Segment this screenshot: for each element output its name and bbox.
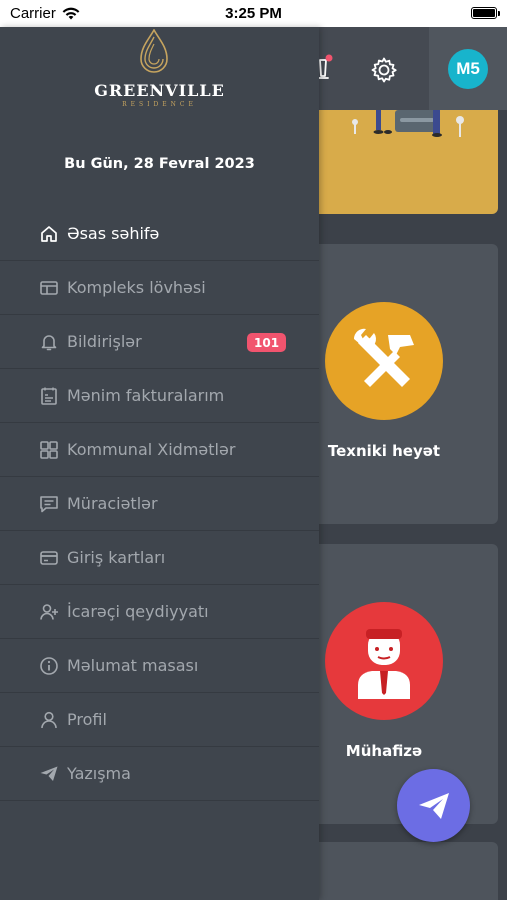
- logo-sub-text: RESIDENCE: [122, 101, 197, 108]
- security-circle: [325, 602, 443, 720]
- menu-label: Giriş kartları: [67, 548, 166, 567]
- info-icon: [39, 656, 59, 676]
- menu-label: İcarəçi qeydiyyatı: [67, 602, 209, 621]
- drawer-menu: Əsas səhifə Kompleks lövhəsi Bildirişlər…: [0, 207, 319, 801]
- invoice-icon: [39, 386, 59, 406]
- today-date: Bu Gün, 28 Fevral 2023: [64, 156, 255, 172]
- menu-label: Müraciətlər: [67, 494, 158, 513]
- promo-banner[interactable]: [300, 110, 498, 214]
- service-card-security[interactable]: Mühafizə: [300, 544, 498, 824]
- notification-count-badge: 101: [247, 333, 287, 352]
- service-card-partial[interactable]: [300, 842, 498, 900]
- menu-item-utilities[interactable]: Kommunal Xidmətlər: [0, 423, 319, 477]
- chat-fab-button[interactable]: [397, 769, 470, 842]
- send-icon: [39, 764, 59, 784]
- menu-label: Kompleks lövhəsi: [67, 278, 206, 297]
- drop-logo-icon: [140, 29, 168, 73]
- menu-label: Mənim fakturalarım: [67, 386, 225, 405]
- bell-icon: [39, 332, 59, 352]
- security-guard-icon: [358, 629, 410, 699]
- battery-icon: [471, 7, 500, 19]
- menu-item-invoices[interactable]: Mənim fakturalarım: [0, 369, 319, 423]
- menu-item-access-cards[interactable]: Giriş kartları: [0, 531, 319, 585]
- card-label-security: Mühafizə: [345, 742, 423, 760]
- menu-label: Kommunal Xidmətlər: [67, 440, 236, 459]
- menu-item-tenant-registration[interactable]: İcarəçi qeydiyyatı: [0, 585, 319, 639]
- send-icon: [418, 792, 449, 819]
- navigation-drawer: GREENVILLE RESIDENCE Bu Gün, 28 Fevral 2…: [0, 27, 319, 900]
- menu-label: Məlumat masası: [67, 656, 199, 675]
- status-bar: Carrier 3:25 PM: [0, 0, 507, 27]
- service-card-technical[interactable]: Texniki heyət: [300, 244, 498, 524]
- menu-label: Yazışma: [67, 764, 131, 783]
- menu-item-requests[interactable]: Müraciətlər: [0, 477, 319, 531]
- card-icon: [39, 548, 59, 568]
- menu-label: Bildirişlər: [67, 332, 142, 351]
- menu-item-home[interactable]: Əsas səhifə: [0, 207, 319, 261]
- card-label-technical: Texniki heyət: [327, 442, 441, 460]
- menu-item-profile[interactable]: Profil: [0, 693, 319, 747]
- banner-illustration: [352, 110, 464, 137]
- clock: 3:25 PM: [225, 5, 282, 22]
- menu-label: Profil: [67, 710, 107, 729]
- board-icon: [39, 278, 59, 298]
- add-user-icon: [39, 602, 59, 622]
- greenville-logo: GREENVILLE RESIDENCE: [0, 27, 319, 117]
- menu-item-correspondence[interactable]: Yazışma: [0, 747, 319, 801]
- message-icon: [39, 494, 59, 514]
- menu-item-complex-board[interactable]: Kompleks lövhəsi: [0, 261, 319, 315]
- logo-brand-text: GREENVILLE: [94, 81, 225, 100]
- tools-icon: [353, 328, 414, 387]
- technical-circle: [325, 302, 443, 420]
- utilities-icon: [39, 440, 59, 460]
- home-icon: [39, 224, 59, 244]
- menu-item-notifications[interactable]: Bildirişlər 101: [0, 315, 319, 369]
- settings-gear-icon[interactable]: [370, 56, 398, 84]
- user-icon: [39, 710, 59, 730]
- user-avatar[interactable]: M5: [448, 49, 488, 89]
- menu-label: Əsas səhifə: [67, 224, 160, 243]
- menu-item-info-desk[interactable]: Məlumat masası: [0, 639, 319, 693]
